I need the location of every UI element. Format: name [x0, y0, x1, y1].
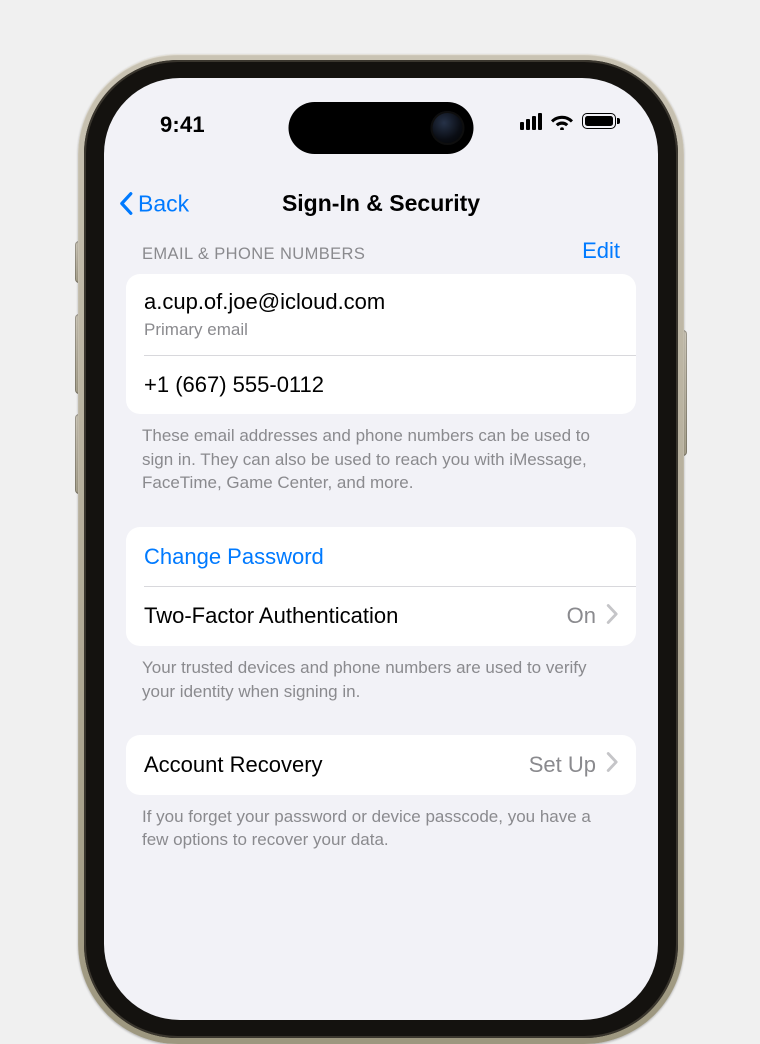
stage: 9:41 Back	[0, 0, 760, 920]
chevron-left-icon	[118, 192, 134, 216]
card-email-phone: a.cup.of.joe@icloud.com Primary email +1…	[126, 274, 636, 414]
caption-password: Your trusted devices and phone numbers a…	[126, 646, 636, 703]
status-time: 9:41	[160, 112, 205, 138]
section-header-label: EMAIL & PHONE NUMBERS	[142, 245, 365, 264]
battery-icon	[582, 113, 616, 129]
content: EMAIL & PHONE NUMBERS Edit a.cup.of.joe@…	[104, 238, 658, 882]
row-primary-email[interactable]: a.cup.of.joe@icloud.com Primary email	[126, 274, 636, 355]
chevron-right-icon	[606, 604, 618, 629]
screen: 9:41 Back	[104, 78, 658, 1020]
row-two-factor[interactable]: Two-Factor Authentication On	[126, 586, 636, 646]
row-change-password[interactable]: Change Password	[126, 527, 636, 587]
page-title: Sign-In & Security	[282, 190, 480, 217]
nav-bar: Back Sign-In & Security	[104, 176, 658, 231]
account-recovery-trailing: Set Up	[529, 752, 618, 778]
section-header: EMAIL & PHONE NUMBERS Edit	[126, 238, 636, 274]
cellular-icon	[520, 113, 542, 130]
row-account-recovery[interactable]: Account Recovery Set Up	[126, 735, 636, 795]
phone-frame-outer: 9:41 Back	[78, 54, 684, 1044]
two-factor-trailing: On	[567, 603, 618, 629]
back-label: Back	[138, 190, 189, 217]
two-factor-value: On	[567, 603, 596, 629]
primary-email-subtitle: Primary email	[144, 320, 618, 340]
caption-recovery: If you forget your password or device pa…	[126, 795, 636, 852]
back-button[interactable]: Back	[118, 190, 189, 217]
section-email-phone: EMAIL & PHONE NUMBERS Edit a.cup.of.joe@…	[126, 238, 636, 495]
account-recovery-value: Set Up	[529, 752, 596, 778]
edit-button[interactable]: Edit	[582, 238, 620, 264]
phone-frame-inner: 9:41 Back	[84, 60, 678, 1038]
change-password-label: Change Password	[144, 542, 618, 572]
section-password: Change Password Two-Factor Authenticatio…	[126, 527, 636, 703]
wifi-icon	[550, 112, 574, 130]
card-recovery: Account Recovery Set Up	[126, 735, 636, 795]
status-bar: 9:41	[104, 78, 658, 158]
two-factor-label: Two-Factor Authentication	[144, 601, 398, 631]
primary-email-value: a.cup.of.joe@icloud.com	[144, 287, 618, 317]
row-phone[interactable]: +1 (667) 555-0112	[126, 355, 636, 415]
caption-email-phone: These email addresses and phone numbers …	[126, 414, 636, 494]
section-recovery: Account Recovery Set Up If you forget yo…	[126, 735, 636, 852]
card-password: Change Password Two-Factor Authenticatio…	[126, 527, 636, 646]
account-recovery-label: Account Recovery	[144, 750, 323, 780]
chevron-right-icon	[606, 752, 618, 777]
status-right	[520, 112, 616, 130]
phone-value: +1 (667) 555-0112	[144, 370, 618, 400]
